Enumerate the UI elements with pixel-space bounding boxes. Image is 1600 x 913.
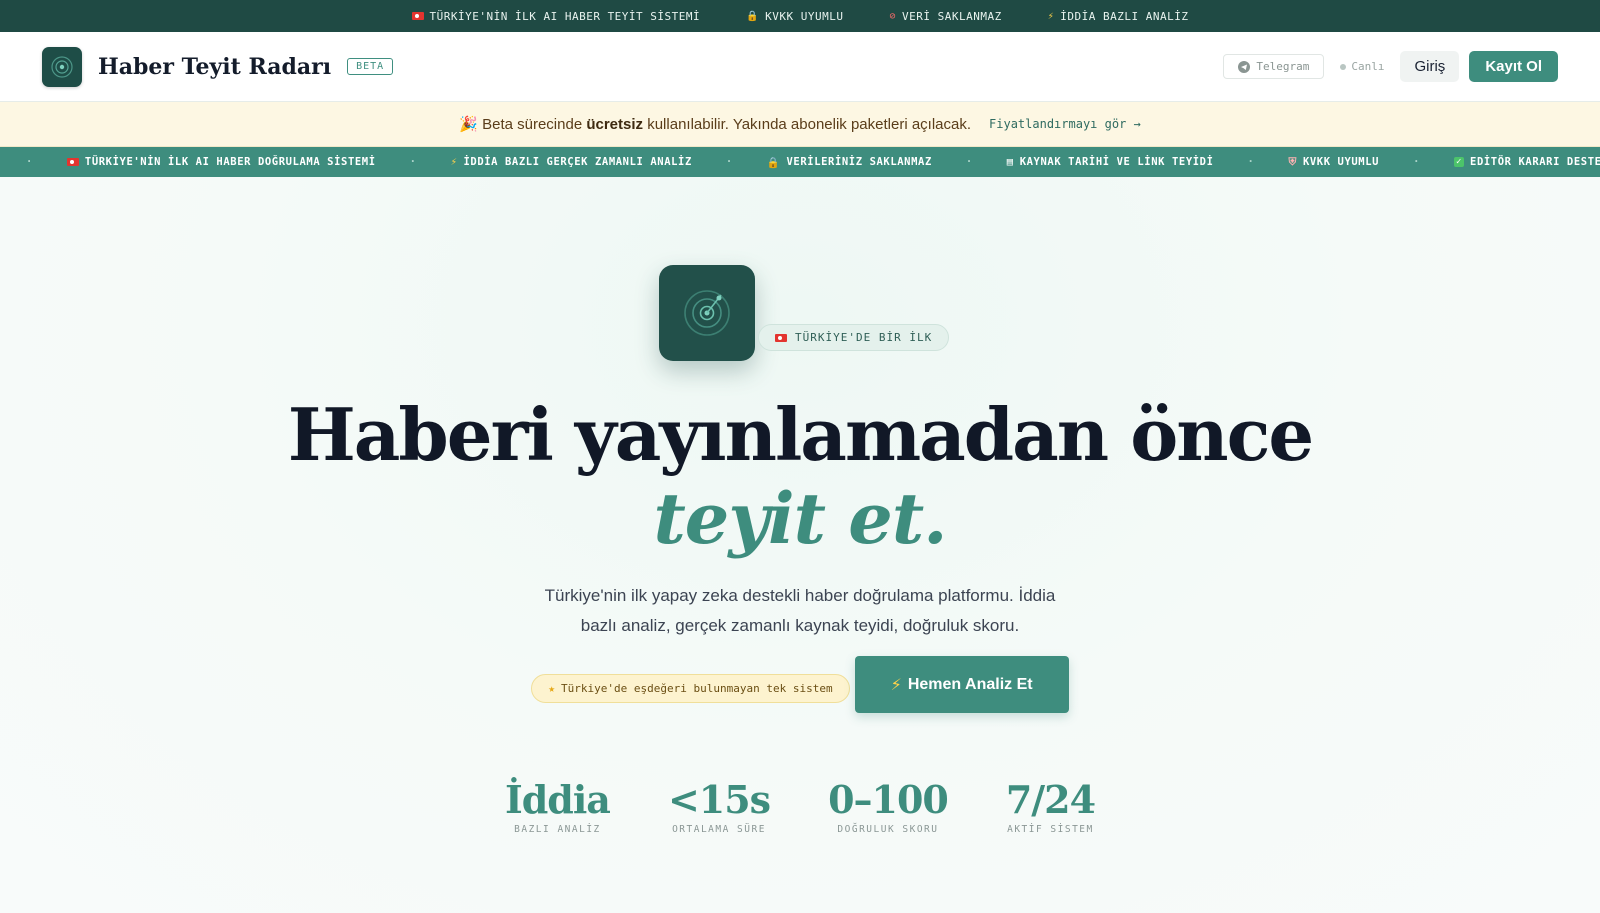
feature-ticker: · TÜRKİYE'NİN İLK AI HABER DOĞRULAMA SİS… — [0, 147, 1600, 177]
radar-icon — [51, 55, 73, 78]
analyze-now-button[interactable]: ⚡ Hemen Analiz Et — [854, 656, 1069, 713]
strip-label: VERİ SAKLANMAZ — [902, 9, 1002, 23]
live-label: Canlı — [1351, 60, 1385, 73]
stat-label: AKTİF SİSTEM — [1007, 824, 1094, 835]
announcement-suffix: kullanılabilir. Yakında abonelik paketle… — [647, 116, 972, 133]
radar-icon — [684, 290, 730, 336]
live-indicator: Canlı — [1340, 60, 1384, 73]
shield-icon: ⛨ — [1288, 155, 1297, 168]
strip-item-no-storage: ⊘ VERİ SAKLANMAZ — [889, 10, 1001, 23]
ticker-label: KVKK UYUMLU — [1302, 156, 1380, 168]
live-dot-icon — [1340, 63, 1347, 70]
beta-badge: BETA — [347, 58, 394, 75]
hero-subtext: Türkiye'nin ilk yapay zeka destekli habe… — [0, 581, 1600, 641]
announcement-prefix: Beta sürecinde — [482, 116, 583, 133]
flag-icon — [775, 333, 787, 342]
stats-row: İddia BAZLI ANALİZ <15s ORTALAMA SÜRE 0–… — [0, 777, 1600, 835]
subtext-line: bazlı analiz, gerçek zamanlı kaynak teyi… — [580, 616, 1020, 635]
stat-score: 0–100 DOĞRULUK SKORU — [828, 777, 949, 835]
stat-label: DOĞRULUK SKORU — [837, 824, 939, 835]
ticker-separator: · — [26, 156, 33, 168]
ticker-item: ⚡ İDDİA BAZLI GERÇEK ZAMANLI ANALİZ — [451, 156, 692, 168]
ticker-label: EDİTÖR KARARI DESTE — [1470, 156, 1600, 168]
star-icon: ★ — [548, 681, 556, 695]
stat-value: 7/24 — [1005, 777, 1096, 822]
first-in-turkey-badge: TÜRKİYE'DE BİR İLK — [758, 324, 950, 351]
check-icon: ✓ — [1454, 157, 1465, 167]
ticker-item: TÜRKİYE'NİN İLK AI HABER DOĞRULAMA SİSTE… — [66, 156, 376, 168]
ticker-item: ▤ KAYNAK TARİHİ VE LİNK TEYİDİ — [1007, 156, 1214, 168]
stat-value: 0–100 — [828, 777, 949, 822]
ticker-item: 🔒 VERİLERİNİZ SAKLANMAZ — [767, 156, 932, 169]
stat-duration: <15s ORTALAMA SÜRE — [667, 777, 771, 835]
announcement-message: 🎉 Beta sürecinde ücretsiz kullanılabilir… — [459, 115, 971, 133]
hero-headline-accent: teyit et. — [653, 477, 947, 560]
lock-icon: 🔒 — [766, 156, 781, 169]
stat-value: <15s — [667, 777, 771, 822]
ticker-separator: · — [965, 156, 973, 168]
stat-label: BAZLI ANALİZ — [514, 824, 601, 835]
signup-button[interactable]: Kayıt Ol — [1469, 51, 1558, 82]
lock-icon: 🔒 — [746, 10, 760, 22]
ticker-separator: · — [1413, 156, 1420, 168]
telegram-icon — [1238, 60, 1251, 73]
ticker-label: KAYNAK TARİHİ VE LİNK TEYİDİ — [1019, 156, 1214, 168]
ticker-label: İDDİA BAZLI GERÇEK ZAMANLI ANALİZ — [463, 156, 692, 168]
telegram-label: Telegram — [1256, 60, 1310, 73]
party-icon: 🎉 — [459, 116, 478, 133]
stat-uptime: 7/24 AKTİF SİSTEM — [1005, 777, 1096, 835]
hero-logo — [659, 265, 755, 361]
strip-label: TÜRKİYE'NİN İLK AI HABER TEYİT SİSTEMİ — [429, 9, 701, 23]
ticker-label: TÜRKİYE'NİN İLK AI HABER DOĞRULAMA SİSTE… — [84, 156, 376, 168]
ticker-item: ⛨ KVKK UYUMLU — [1288, 156, 1379, 169]
lightning-icon: ⚡ — [450, 156, 458, 168]
lightning-icon: ⚡ — [890, 676, 902, 694]
unique-system-badge: ★ Türkiye'de eşdeğeri bulunmayan tek sis… — [531, 673, 850, 703]
flag-icon — [411, 12, 424, 20]
header-actions: Telegram Canlı Giriş Kayıt Ol — [1223, 51, 1558, 82]
strip-item-claim: ⚡ İDDİA BAZLI ANALİZ — [1048, 10, 1189, 23]
chart-icon: ▤ — [1006, 156, 1014, 168]
stat-label: ORTALAMA SÜRE — [672, 824, 766, 835]
badge-text: Türkiye'de eşdeğeri bulunmayan tek siste… — [561, 681, 833, 695]
stat-value: İddia — [504, 777, 611, 822]
subtext-line: Türkiye'nin ilk yapay zeka destekli habe… — [544, 586, 1056, 605]
telegram-button[interactable]: Telegram — [1223, 54, 1325, 79]
strip-item-first: TÜRKİYE'NİN İLK AI HABER TEYİT SİSTEMİ — [411, 9, 701, 23]
brand-name[interactable]: Haber Teyit Radarı — [98, 54, 331, 80]
login-button[interactable]: Giriş — [1400, 51, 1460, 82]
beta-announcement: 🎉 Beta sürecinde ücretsiz kullanılabilir… — [0, 102, 1600, 147]
top-info-strip: TÜRKİYE'NİN İLK AI HABER TEYİT SİSTEMİ 🔒… — [0, 0, 1600, 32]
lightning-icon: ⚡ — [1047, 10, 1055, 22]
pricing-link[interactable]: Fiyatlandırmayı gör → — [989, 117, 1141, 131]
badge-label: TÜRKİYE'DE BİR İLK — [795, 331, 933, 344]
ticker-label: VERİLERİNİZ SAKLANMAZ — [786, 156, 932, 168]
strip-item-kvkk: 🔒 KVKK UYUMLU — [746, 10, 843, 23]
stat-claim: İddia BAZLI ANALİZ — [504, 777, 611, 835]
ticker-separator: · — [725, 156, 733, 168]
hero-headline: Haberi yayınlamadan önce — [287, 392, 1314, 477]
no-entry-icon: ⊘ — [889, 10, 897, 22]
ticker-separator: · — [1247, 156, 1255, 168]
analyze-label: Hemen Analiz Et — [907, 675, 1033, 693]
cta-row: ★ Türkiye'de eşdeğeri bulunmayan tek sis… — [0, 656, 1600, 713]
flag-icon — [66, 158, 79, 166]
logo[interactable] — [42, 46, 82, 87]
strip-label: KVKK UYUMLU — [765, 9, 844, 23]
site-header: Haber Teyit Radarı BETA Telegram Canlı G… — [0, 32, 1600, 102]
announcement-highlight: ücretsiz — [586, 116, 644, 133]
ticker-item: ✓ EDİTÖR KARARI DESTE — [1454, 156, 1600, 168]
strip-label: İDDİA BAZLI ANALİZ — [1060, 9, 1189, 23]
ticker-separator: · — [409, 156, 417, 168]
hero-section: TÜRKİYE'DE BİR İLK Haberi yayınlamadan ö… — [0, 177, 1600, 913]
